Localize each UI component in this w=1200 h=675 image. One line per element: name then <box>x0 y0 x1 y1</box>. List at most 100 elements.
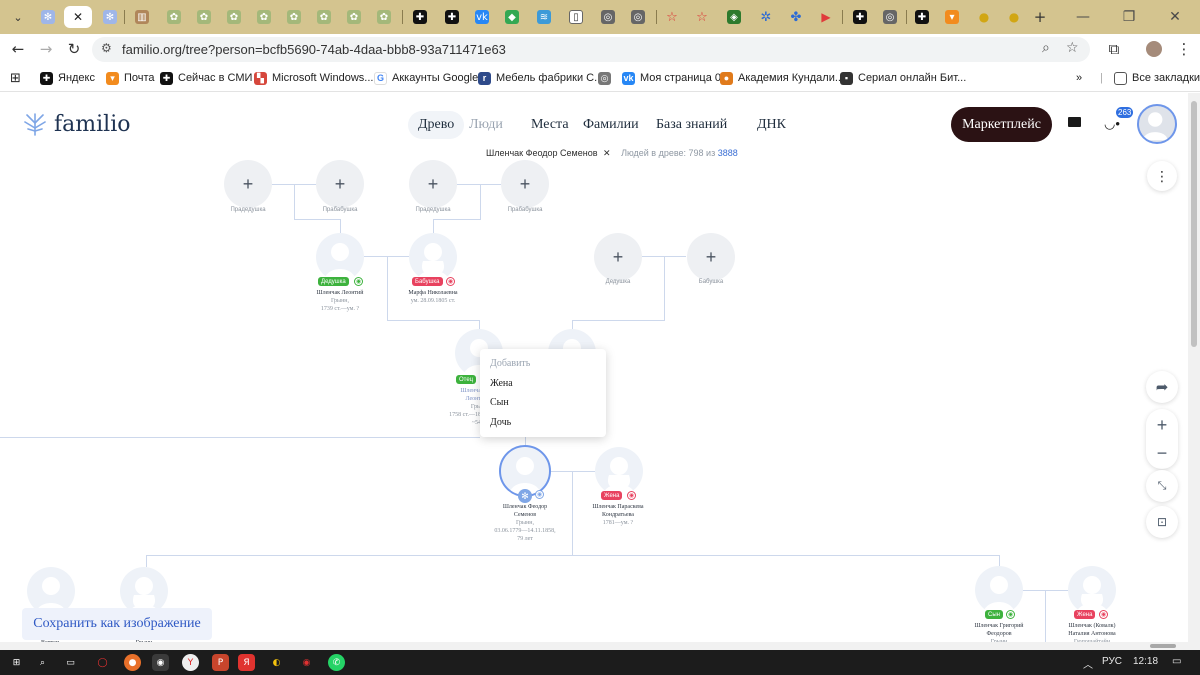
people-total-link[interactable]: 3888 <box>718 148 738 158</box>
zoom-icon[interactable]: ⌕ <box>1042 40 1050 56</box>
scroll-thumb[interactable] <box>1150 644 1176 648</box>
tab[interactable]: ◆ <box>498 6 526 28</box>
tab[interactable]: ✿ <box>310 6 338 28</box>
add-great-grandfather-button[interactable]: + <box>224 160 272 208</box>
close-icon[interactable]: ✕ <box>71 10 85 24</box>
reload-button[interactable]: ↻ <box>62 38 86 60</box>
grandfather-info[interactable]: Шленчак Леонтий Грынн, 1739 ст.—ум. ? <box>290 289 390 313</box>
apps-icon[interactable]: ⊞ <box>10 70 21 86</box>
nav-surnames[interactable]: Фамилии <box>583 117 639 133</box>
bookmark-all[interactable]: Все закладки <box>1114 70 1200 86</box>
bookmarks-overflow[interactable]: » <box>1076 70 1082 86</box>
menu-item-son[interactable]: Сын <box>490 397 509 408</box>
notification-icon[interactable]: ▭ <box>1172 656 1181 667</box>
tab[interactable]: ◎ <box>876 6 904 28</box>
tab[interactable]: ◎ <box>594 6 622 28</box>
extensions-icon[interactable]: ⧉ <box>1102 38 1126 60</box>
bookmark-news[interactable]: ✚ Сейчас в СМИ <box>160 70 252 86</box>
profile-avatar[interactable] <box>1142 38 1166 60</box>
wife-avatar[interactable] <box>595 447 643 495</box>
add-great-grandmother-button[interactable]: + <box>316 160 364 208</box>
tab[interactable]: ◎ <box>624 6 652 28</box>
grandmother-info[interactable]: Марфа Николаевна ум. 28.09.1805 ст. <box>383 289 483 305</box>
grandmother-avatar[interactable] <box>409 233 457 281</box>
forward-button[interactable]: → <box>34 38 58 60</box>
save-as-image-button[interactable]: Сохранить как изображение <box>22 608 212 640</box>
tab[interactable]: ▾ <box>938 6 966 28</box>
tab[interactable]: ✿ <box>160 6 188 28</box>
user-avatar[interactable] <box>1137 104 1177 144</box>
yandex-browser-icon[interactable]: Y <box>182 654 199 671</box>
eye-icon[interactable]: ◉ <box>1099 610 1108 619</box>
tray-chevron-icon[interactable]: ︿ <box>1083 656 1093 671</box>
url-text[interactable]: familio.org/tree?person=bcfb5690-74ab-4d… <box>122 42 506 57</box>
new-tab-button[interactable]: + <box>1026 6 1054 28</box>
restore-button[interactable]: ❐ <box>1106 4 1152 30</box>
bookmark-windows[interactable]: ▚ Microsoft Windows... <box>254 70 373 86</box>
tab[interactable]: vk <box>468 6 496 28</box>
chrome-icon[interactable]: ◉ <box>152 654 169 671</box>
share-button[interactable]: ➦ <box>1146 371 1178 403</box>
yandex-app-icon[interactable]: Я <box>238 654 255 671</box>
tab[interactable]: ✻ <box>34 6 62 28</box>
whatsapp-icon[interactable]: ✆ <box>328 654 345 671</box>
bookmark-star-icon[interactable]: ☆ <box>1066 40 1079 56</box>
tab[interactable]: ✚ <box>846 6 874 28</box>
bookmark-academy[interactable]: ● Академия Кундали... <box>720 70 844 86</box>
tab-search-button[interactable]: ⌄ <box>4 6 32 28</box>
tab[interactable]: ▶ <box>812 6 840 28</box>
tab[interactable]: ● <box>1000 6 1028 28</box>
tab[interactable]: ☆ <box>688 6 716 28</box>
tab[interactable]: ✿ <box>340 6 368 28</box>
record-icon[interactable]: ◉ <box>298 654 315 671</box>
tab[interactable]: ✻ <box>96 6 124 28</box>
tab[interactable]: ✲ <box>752 6 780 28</box>
site-settings-icon[interactable]: ⚙ <box>101 41 112 55</box>
menu-item-wife[interactable]: Жена <box>490 378 513 389</box>
tab[interactable]: ≋ <box>530 6 558 28</box>
search-icon[interactable]: ⌕ <box>34 654 51 671</box>
nav-knowledge-base[interactable]: База знаний <box>656 117 727 133</box>
scroll-thumb[interactable] <box>1191 101 1197 347</box>
tab-active[interactable]: ✕ <box>64 6 92 28</box>
bookmark-mail[interactable]: ▾ Почта <box>106 70 155 86</box>
bookmark-globe[interactable]: ◎ <box>598 70 616 86</box>
bookmark-film[interactable]: ▪ Сериал онлайн Бит... <box>840 70 966 86</box>
eye-icon[interactable]: ◉ <box>446 277 455 286</box>
windows-start-icon[interactable]: ⊞ <box>8 654 25 671</box>
nav-tree[interactable]: Древо <box>408 111 465 139</box>
nav-places[interactable]: Места <box>531 117 569 133</box>
eye-icon[interactable]: ◉ <box>1006 610 1015 619</box>
notifications-icon[interactable]: ◡• <box>1104 116 1120 132</box>
tab[interactable]: ✿ <box>220 6 248 28</box>
browser-menu-icon[interactable]: ⋮ <box>1172 38 1196 60</box>
tab[interactable]: ☆ <box>658 6 686 28</box>
firefox-icon[interactable]: ● <box>124 654 141 671</box>
add-grandmother-button[interactable]: + <box>687 233 735 281</box>
familio-logo[interactable]: familio <box>22 111 130 137</box>
zoom-in-button[interactable]: + <box>1146 411 1178 439</box>
son-avatar[interactable] <box>975 566 1023 614</box>
eye-icon[interactable]: ◉ <box>627 491 636 500</box>
tab[interactable]: ✿ <box>370 6 398 28</box>
fit-screen-button[interactable]: ⤡ <box>1146 470 1178 502</box>
add-great-grandmother-button[interactable]: + <box>501 160 549 208</box>
eye-icon[interactable]: ◉ <box>535 490 544 499</box>
clear-person-icon[interactable]: ✕ <box>603 148 611 158</box>
tab[interactable]: ▯ <box>562 6 590 28</box>
nav-people[interactable]: Люди <box>469 117 503 133</box>
task-view-icon[interactable]: ▭ <box>62 654 79 671</box>
tab[interactable]: ▥ <box>128 6 156 28</box>
nav-dna[interactable]: ДНК <box>757 117 786 133</box>
tab[interactable]: ✚ <box>438 6 466 28</box>
eye-icon[interactable]: ◉ <box>354 277 363 286</box>
bookmark-vk[interactable]: vk Моя страница 0 <box>622 70 721 86</box>
tab[interactable]: ✚ <box>908 6 936 28</box>
opera-icon[interactable]: ◯ <box>94 654 111 671</box>
marketplace-button[interactable]: Маркетплейс <box>951 107 1052 142</box>
clock[interactable]: 12:18 <box>1133 656 1158 667</box>
beeline-icon[interactable]: ◐ <box>268 654 285 671</box>
tab[interactable]: ✿ <box>190 6 218 28</box>
horizontal-scrollbar[interactable] <box>0 642 1188 650</box>
tab[interactable]: ● <box>970 6 998 28</box>
